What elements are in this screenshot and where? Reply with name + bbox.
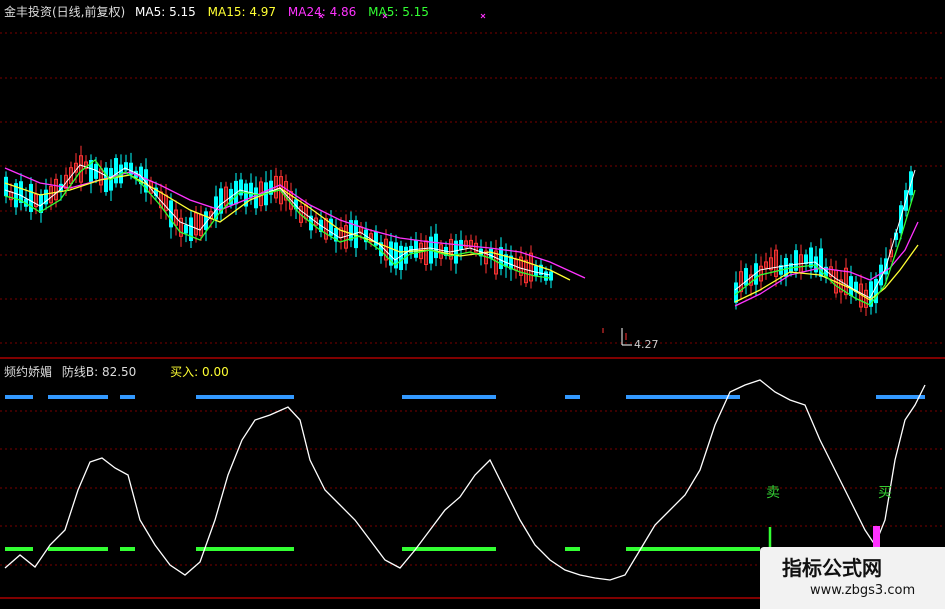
price-grid: [0, 32, 945, 566]
ma24-indicator: MA24: 4.86: [287, 5, 357, 19]
candle-body: [849, 276, 853, 296]
candle-body: [549, 271, 553, 281]
watermark-title: 指标公式网: [782, 556, 882, 580]
candle-body: [399, 245, 403, 271]
candle-body: [499, 247, 503, 270]
indicator-name[interactable]: 频约娇媚: [4, 365, 52, 379]
buy-marker: 买: [878, 485, 892, 501]
candle-body: [534, 265, 538, 276]
buy-label: 买入:: [170, 365, 199, 379]
low-price-marker: [602, 328, 632, 346]
candle-body: [249, 182, 253, 198]
defense-value: 82.50: [101, 365, 137, 379]
watermark: 指标公式网 www.zbgs3.com: [760, 547, 945, 609]
low-price-label: 4.27: [634, 338, 659, 351]
buy-value: 0.00: [202, 365, 229, 379]
candle-body: [4, 176, 8, 197]
candle-body: [184, 224, 188, 234]
candlesticks: [4, 145, 913, 316]
ma15-indicator: MA15: 4.97: [207, 5, 277, 19]
candle-body: [404, 246, 408, 264]
defense-label: 防线B:: [61, 365, 99, 379]
candle-body: [744, 268, 748, 286]
chart-header: 金丰投资(日线,前复权) MA5: 5.15 MA15: 4.97 MA24: …: [4, 3, 429, 20]
candle-body: [809, 247, 813, 268]
candle-body: [804, 254, 808, 265]
ma5-indicator: MA5: 5.15: [135, 5, 196, 19]
ma5-green-indicator: MA5: 5.15: [368, 5, 429, 19]
candle-body: [434, 233, 438, 259]
candle-body: [39, 193, 43, 214]
right-segment-lines: [734, 169, 919, 307]
stock-title[interactable]: 金丰投资(日线,前复权): [4, 5, 125, 19]
watermark-url: www.zbgs3.com: [810, 583, 916, 598]
sell-marker: 卖: [766, 485, 780, 501]
stock-chart[interactable]: 4.27 卖 买: [0, 0, 945, 609]
candle-body: [114, 158, 118, 184]
indicator-header: 频约娇媚 防线B: 82.50 买入: 0.00: [4, 363, 229, 380]
buy-signal-bar: [873, 526, 880, 548]
candle-body: [544, 271, 548, 281]
candle-body: [489, 248, 493, 259]
